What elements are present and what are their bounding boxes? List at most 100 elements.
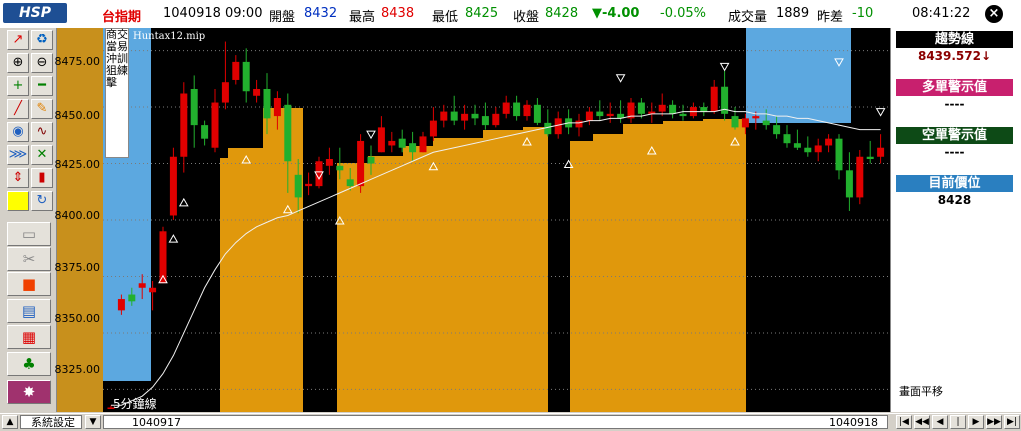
- first-page-icon[interactable]: |◀: [896, 415, 912, 429]
- zoom-out-icon[interactable]: ⊖: [31, 53, 53, 73]
- candle-body: [450, 111, 458, 121]
- candle-body: [866, 156, 874, 160]
- crosshair-icon[interactable]: +: [7, 76, 29, 96]
- current-price-title: 目前價位: [896, 175, 1013, 192]
- candle-body: [211, 102, 219, 148]
- candle-body: [138, 283, 146, 288]
- candle-icon[interactable]: ▮: [31, 168, 53, 188]
- zone-orange-2: [337, 127, 548, 412]
- document-icon[interactable]: ▤: [7, 299, 51, 323]
- candle-body: [117, 299, 125, 311]
- fast-forward-icon[interactable]: ▶▶: [986, 415, 1002, 429]
- candle-body: [357, 140, 365, 187]
- close-icon[interactable]: ×: [985, 5, 1003, 23]
- short-alert-value: ----: [944, 145, 965, 159]
- candle-body: [575, 120, 583, 128]
- candle-body: [637, 102, 645, 114]
- candle-body: [710, 86, 718, 112]
- quote-time: 09:00: [225, 6, 263, 21]
- y-tick: 8400.00: [54, 209, 101, 222]
- time-axis: 1040917 1040918: [103, 415, 888, 429]
- candle-body: [294, 174, 302, 198]
- reload-icon[interactable]: ↻: [31, 191, 53, 211]
- high-label: 最高: [349, 10, 376, 25]
- strategy-tag-panel: 商當沖狙擊 交易訓練: [105, 28, 129, 158]
- line-draw-icon[interactable]: ╱: [7, 99, 29, 119]
- up-down-arrows-icon[interactable]: ⇕: [7, 168, 29, 188]
- settings-dropdown[interactable]: 系統設定: [20, 415, 82, 429]
- fan-icon[interactable]: ⋙: [7, 145, 29, 165]
- y-tick: 8425.00: [54, 158, 101, 171]
- wave-icon[interactable]: ∿: [31, 122, 53, 142]
- people-icon[interactable]: ♣: [7, 352, 51, 376]
- candle-body: [471, 113, 479, 119]
- fast-back-icon[interactable]: ◀◀: [914, 415, 930, 429]
- cycle-icon[interactable]: ◉: [7, 122, 29, 142]
- horizontal-line-icon[interactable]: ━: [31, 76, 53, 96]
- strategy-name: Huntax12.mip: [133, 31, 206, 42]
- refresh-tool-icon[interactable]: ♻: [31, 30, 53, 50]
- candle-body: [440, 111, 448, 121]
- candle-body: [679, 113, 687, 117]
- candle-body: [409, 143, 417, 153]
- candle-body: [325, 159, 333, 166]
- scissors-icon[interactable]: ✂: [7, 247, 51, 271]
- zone-orange-3: [570, 119, 746, 412]
- folder-icon[interactable]: ▭: [7, 222, 51, 246]
- zone-blue-right: [746, 28, 851, 123]
- back-icon[interactable]: ◀: [932, 415, 948, 429]
- candle-body: [492, 113, 500, 126]
- symbol-name[interactable]: 台指期: [102, 6, 141, 25]
- prev-diff-label: 昨差: [817, 10, 844, 25]
- y-tick: 8450.00: [54, 109, 101, 122]
- forward-icon[interactable]: ▶: [968, 415, 984, 429]
- candlestick-chart[interactable]: Huntax12.mip 商當沖狙擊 交易訓練 5分鐘線: [103, 28, 890, 412]
- cross-lines-icon[interactable]: ✕: [31, 145, 53, 165]
- candle-body: [533, 104, 541, 123]
- candle-body: [783, 134, 791, 144]
- candle-body: [814, 145, 822, 153]
- zoom-in-icon[interactable]: ⊕: [7, 53, 29, 73]
- y-tick: 8375.00: [54, 261, 101, 274]
- candle-body: [669, 104, 677, 114]
- sell-signal-marker: [875, 108, 886, 117]
- close-label: 收盤: [513, 10, 540, 25]
- chevron-down-icon[interactable]: ▼: [85, 415, 101, 429]
- stop-square-icon[interactable]: ■: [7, 272, 51, 296]
- up-arrow-icon[interactable]: ▲: [2, 415, 18, 429]
- pan-label: 畫面平移: [899, 385, 943, 398]
- candle-body: [585, 111, 593, 121]
- sell-signal-marker: [366, 130, 376, 140]
- sell-signal-marker: [719, 62, 730, 72]
- burst-icon[interactable]: ✸: [7, 380, 51, 404]
- candle-body: [825, 138, 833, 146]
- clock: 08:41:22: [912, 6, 971, 21]
- candle-body: [429, 120, 437, 137]
- chart-svg: [103, 28, 890, 412]
- candle-body: [284, 104, 292, 162]
- candle-body: [658, 104, 666, 112]
- close-value: 8428: [545, 6, 579, 21]
- interval-label: 5分鐘線: [113, 397, 157, 411]
- candle-body: [398, 138, 406, 148]
- app-logo: HSP: [3, 3, 67, 23]
- candle-body: [596, 111, 604, 117]
- candle-body: [419, 136, 427, 153]
- pause-icon[interactable]: |: [950, 415, 966, 429]
- candle-body: [377, 127, 385, 153]
- color-picker-icon[interactable]: [7, 191, 29, 211]
- trend-line-title: 趨勢線: [896, 31, 1013, 48]
- pencil-icon[interactable]: ✎: [31, 99, 53, 119]
- candle-body: [128, 294, 136, 302]
- candle-body: [731, 116, 739, 128]
- open-value: 8432: [304, 6, 338, 21]
- candle-body: [773, 125, 781, 135]
- long-alert-value: ----: [944, 97, 965, 111]
- last-page-icon[interactable]: ▶|: [1004, 415, 1020, 429]
- bottom-bar: ▲ 系統設定 ▼ 1040917 1040918 |◀ ◀◀ ◀ | ▶ ▶▶ …: [0, 413, 1021, 431]
- candle-body: [804, 147, 812, 153]
- trendline-tool-icon[interactable]: ↗: [7, 30, 29, 50]
- strategy-tag-1: 商當沖狙擊: [106, 28, 117, 89]
- grid-table-icon[interactable]: ▦: [7, 325, 51, 349]
- candle-body: [221, 82, 229, 103]
